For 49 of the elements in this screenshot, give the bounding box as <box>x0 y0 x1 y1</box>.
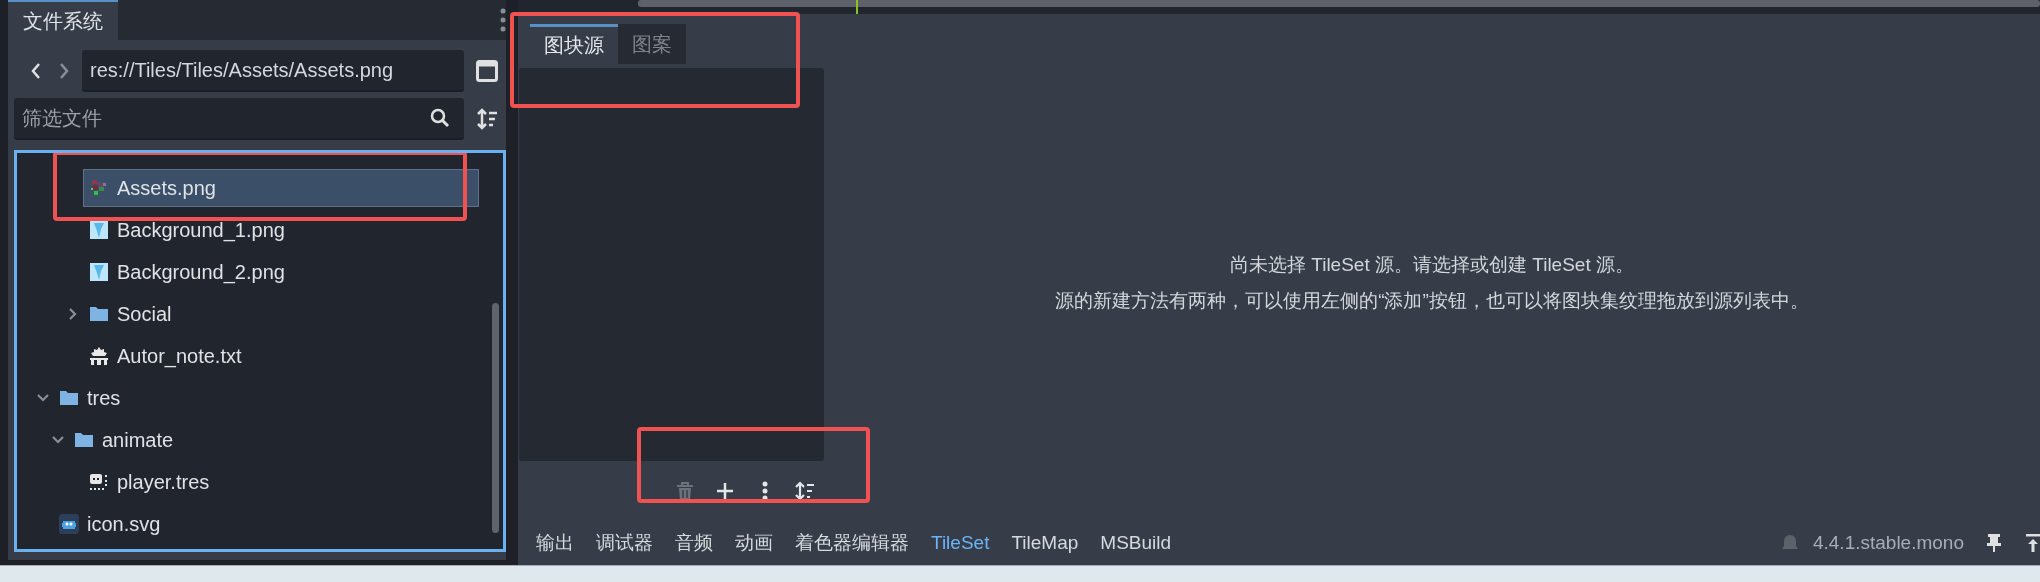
chevron-icon[interactable] <box>37 392 49 404</box>
trash-icon <box>675 481 695 502</box>
image-icon <box>89 262 109 282</box>
folder-icon <box>89 304 109 324</box>
tree-item[interactable]: icon.svg <box>53 505 479 543</box>
menu-icon[interactable] <box>500 8 506 32</box>
bottom-tab[interactable]: TileMap <box>1001 532 1089 555</box>
tree-item[interactable]: Background_2.png <box>83 253 479 291</box>
search-icon <box>430 108 450 128</box>
scrollbar[interactable] <box>638 0 2040 7</box>
plus-icon <box>715 481 735 502</box>
bottom-tab[interactable]: 音频 <box>665 530 723 557</box>
tree-item[interactable]: Background_1.png <box>83 211 479 249</box>
chevron-icon[interactable] <box>67 308 79 320</box>
folder-icon <box>59 388 79 408</box>
filter-field[interactable]: 筛选文件 <box>14 98 464 140</box>
bottom-tab[interactable]: TileSet <box>921 532 1000 555</box>
bottom-tab[interactable]: 动画 <box>725 530 783 557</box>
skull-icon <box>89 472 109 492</box>
folder-icon <box>74 430 94 450</box>
bottom-tab[interactable]: 着色器编辑器 <box>785 530 919 557</box>
version-label: 4.4.1.stable.mono <box>1812 532 1964 555</box>
tree-item[interactable]: Autor_note.txt <box>83 337 479 375</box>
filter-placeholder: 筛选文件 <box>22 105 103 131</box>
scrollbar[interactable] <box>492 303 499 533</box>
path-field[interactable]: res://Tiles/Tiles/Assets/Assets.png <box>82 50 464 92</box>
tab[interactable]: 图案 <box>618 24 686 64</box>
sort-icon <box>795 481 815 502</box>
tree-item[interactable]: Assets.png <box>83 169 479 207</box>
robot-icon <box>59 514 79 534</box>
hint-text: 尚未选择 TileSet 源。请选择或创建 TileSet 源。 <box>1230 252 1634 277</box>
window-icon[interactable] <box>476 60 498 82</box>
playhead-line <box>856 0 858 14</box>
tree-item[interactable]: Social <box>83 295 479 333</box>
tree-item[interactable]: tres <box>53 379 479 417</box>
dock-tab[interactable]: 文件系统 <box>8 0 118 40</box>
hint-text: 源的新建方法有两种，可以使用左侧的“添加”按钮，也可以将图块集纹理拖放到源列表中。 <box>1055 288 1809 313</box>
sprite-icon <box>89 178 109 198</box>
tree-item[interactable]: player.tres <box>83 463 479 501</box>
sort-icon[interactable] <box>476 108 498 130</box>
bottom-tab[interactable]: MSBuild <box>1090 532 1182 555</box>
expand-icon[interactable] <box>2026 533 2040 554</box>
tree-item[interactable]: animate <box>68 421 479 459</box>
cog-icon <box>89 346 109 366</box>
chevron-icon[interactable] <box>52 434 64 446</box>
pin-icon[interactable] <box>1986 533 2002 554</box>
bottom-tab[interactable]: 输出 <box>526 530 584 557</box>
image-icon <box>89 220 109 240</box>
bottom-tab[interactable]: 调试器 <box>586 530 663 557</box>
